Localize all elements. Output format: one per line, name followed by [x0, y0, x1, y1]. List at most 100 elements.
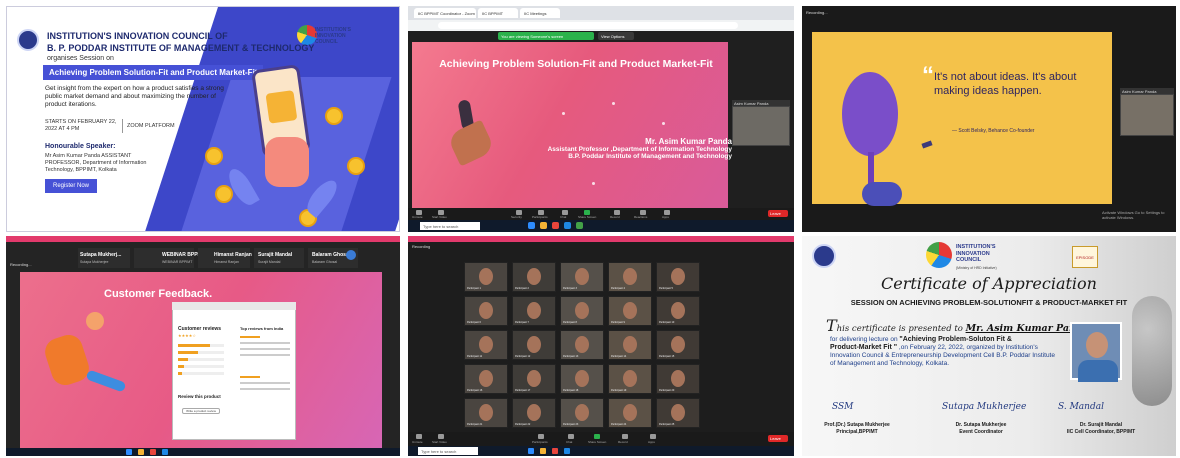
taskbar-app-icon[interactable] [528, 448, 534, 454]
participant-tile[interactable]: Participant 1 [464, 262, 508, 292]
participant-name: Participant 11 [467, 355, 483, 358]
taskbar-app-icon[interactable] [540, 448, 546, 454]
speaker-video-tile[interactable] [732, 106, 790, 146]
session-line: SESSION ON ACHIEVING PROBLEM-SOLUTIONFIT… [850, 298, 1128, 307]
browser-tab[interactable]: IIC BPPIMT Coordinator - Zoom [414, 8, 476, 18]
tree-illustration [842, 72, 898, 156]
taskbar-app-icon[interactable] [540, 222, 547, 229]
participant-tile[interactable]: Participant 6 [464, 296, 508, 326]
register-button[interactable]: Register Now [45, 179, 98, 193]
zoom-feedback-slide: Recording... Sutapa Mukherj... Sutapa Mu… [6, 236, 400, 456]
participant-name: Participant 18 [563, 389, 579, 392]
signature: SSM [832, 402, 854, 412]
taskbar-search[interactable]: Type here to search [420, 222, 480, 230]
participant-tile[interactable]: Participant 25 [656, 398, 700, 428]
participant-tile[interactable]: Participant 14 [608, 330, 652, 360]
share-screen-icon[interactable] [594, 434, 600, 439]
taskbar-app-icon[interactable] [162, 449, 168, 455]
participant-face [671, 404, 685, 421]
participant-name: Participant 24 [611, 423, 627, 426]
bird-illustration [921, 140, 933, 149]
participant-tile[interactable]: Participant 16 [464, 364, 508, 394]
apps-icon[interactable] [650, 434, 656, 439]
address-bar[interactable] [438, 22, 738, 29]
leave-button[interactable]: Leave [768, 210, 788, 217]
participant-name: Participant 3 [563, 287, 577, 290]
participant-tile[interactable]: Participant 3 [560, 262, 604, 292]
taskbar-app-icon[interactable] [138, 449, 144, 455]
coin-icon [325, 107, 343, 125]
participant-tile[interactable]: Participant 2 [512, 262, 556, 292]
taskbar-app-icon[interactable] [564, 448, 570, 454]
activate-windows-watermark: Activate Windows Go to Settings to activ… [1102, 210, 1165, 220]
participant-tile[interactable]: Participant 13 [560, 330, 604, 360]
chat-icon[interactable] [568, 434, 574, 439]
participant-tile[interactable]: Participant 22 [512, 398, 556, 428]
video-icon[interactable] [438, 434, 444, 439]
participant-tile[interactable]: Participant 19 [608, 364, 652, 394]
participant-tile[interactable]: Participant 7 [512, 296, 556, 326]
screen-share-indicator: You are viewing Someone's screen [498, 32, 594, 40]
platform-text: ZOOM PLATFORM [127, 123, 175, 129]
participant-tile[interactable]: Participant 10 [656, 296, 700, 326]
taskbar-app-icon[interactable] [552, 222, 559, 229]
mic-icon[interactable] [416, 434, 422, 439]
participant-tile[interactable]: Participant 20 [656, 364, 700, 394]
taskbar-app-icon[interactable] [564, 222, 571, 229]
participant-name: Participant 1 [467, 287, 481, 290]
signee-role: Principal,BPPIMT [836, 428, 878, 435]
taskbar-search[interactable]: Type here to search [418, 447, 478, 455]
speaker-video-tile[interactable] [1120, 94, 1174, 136]
participant-tile[interactable]: Participant 12 [512, 330, 556, 360]
participant-name: Participant 6 [467, 321, 481, 324]
browser-tab[interactable]: IIC BPPIMT [478, 8, 518, 18]
record-icon[interactable] [622, 434, 628, 439]
participant-tile[interactable]: Participant 17 [512, 364, 556, 394]
rating-bar [178, 365, 224, 368]
participant-name: Participant 25 [659, 423, 675, 426]
participant-face [575, 268, 589, 285]
participant-thumb[interactable] [254, 248, 304, 268]
participant-tile[interactable]: Participant 4 [608, 262, 652, 292]
participant-tile[interactable]: Participant 11 [464, 330, 508, 360]
participant-tile[interactable]: Participant 23 [560, 398, 604, 428]
participant-subname: Himanst Ranjan [214, 260, 239, 264]
participant-thumb[interactable] [134, 248, 194, 268]
iic-logo-text: INSTITUTION'S INNOVATION COUNCIL [315, 27, 351, 45]
browser-tab[interactable]: IIC Meetings [520, 8, 560, 18]
participant-thumb[interactable] [198, 248, 250, 268]
participants-icon[interactable] [538, 434, 544, 439]
speaker-heading: Honourable Speaker: [45, 143, 116, 150]
taskbar-app-icon[interactable] [126, 449, 132, 455]
next-page-icon[interactable] [346, 250, 356, 260]
participant-face [671, 336, 685, 353]
top-reviews-heading: Top reviews from India [240, 326, 284, 331]
write-review-button[interactable]: Write a product review [182, 408, 220, 414]
participant-tile[interactable]: Participant 21 [464, 398, 508, 428]
review-line [240, 348, 290, 350]
rating-bar [178, 344, 224, 347]
leave-button[interactable]: Leave [768, 435, 788, 442]
taskbar-app-icon[interactable] [528, 222, 535, 229]
participant-tile[interactable]: Participant 18 [560, 364, 604, 394]
participant-tile[interactable]: Participant 24 [608, 398, 652, 428]
iic-line: INSTITUTION'S [956, 244, 996, 250]
presented-initial: T [826, 316, 837, 335]
participant-thumb[interactable] [78, 248, 130, 268]
participant-name: Participant 21 [467, 423, 483, 426]
participant-face [575, 302, 589, 319]
participant-tile[interactable]: Participant 15 [656, 330, 700, 360]
view-options-button[interactable]: View Options [598, 32, 634, 40]
shared-slide: Achieving Problem Solution-Fit and Produ… [412, 42, 732, 208]
taskbar-app-icon[interactable] [150, 449, 156, 455]
participant-tile[interactable]: Participant 9 [608, 296, 652, 326]
taskbar-app-icon[interactable] [576, 222, 583, 229]
taskbar-app-icon[interactable] [552, 448, 558, 454]
presenter-role: Assistant Professor ,Department of Infor… [547, 145, 732, 153]
participant-tile[interactable]: Participant 5 [656, 262, 700, 292]
rating-bar-fill [178, 358, 188, 361]
iic-logo [297, 25, 317, 45]
certificate-title: Certificate of Appreciation [881, 274, 1097, 293]
participant-tile[interactable]: Participant 8 [560, 296, 604, 326]
recording-indicator: Recording... [10, 262, 32, 267]
